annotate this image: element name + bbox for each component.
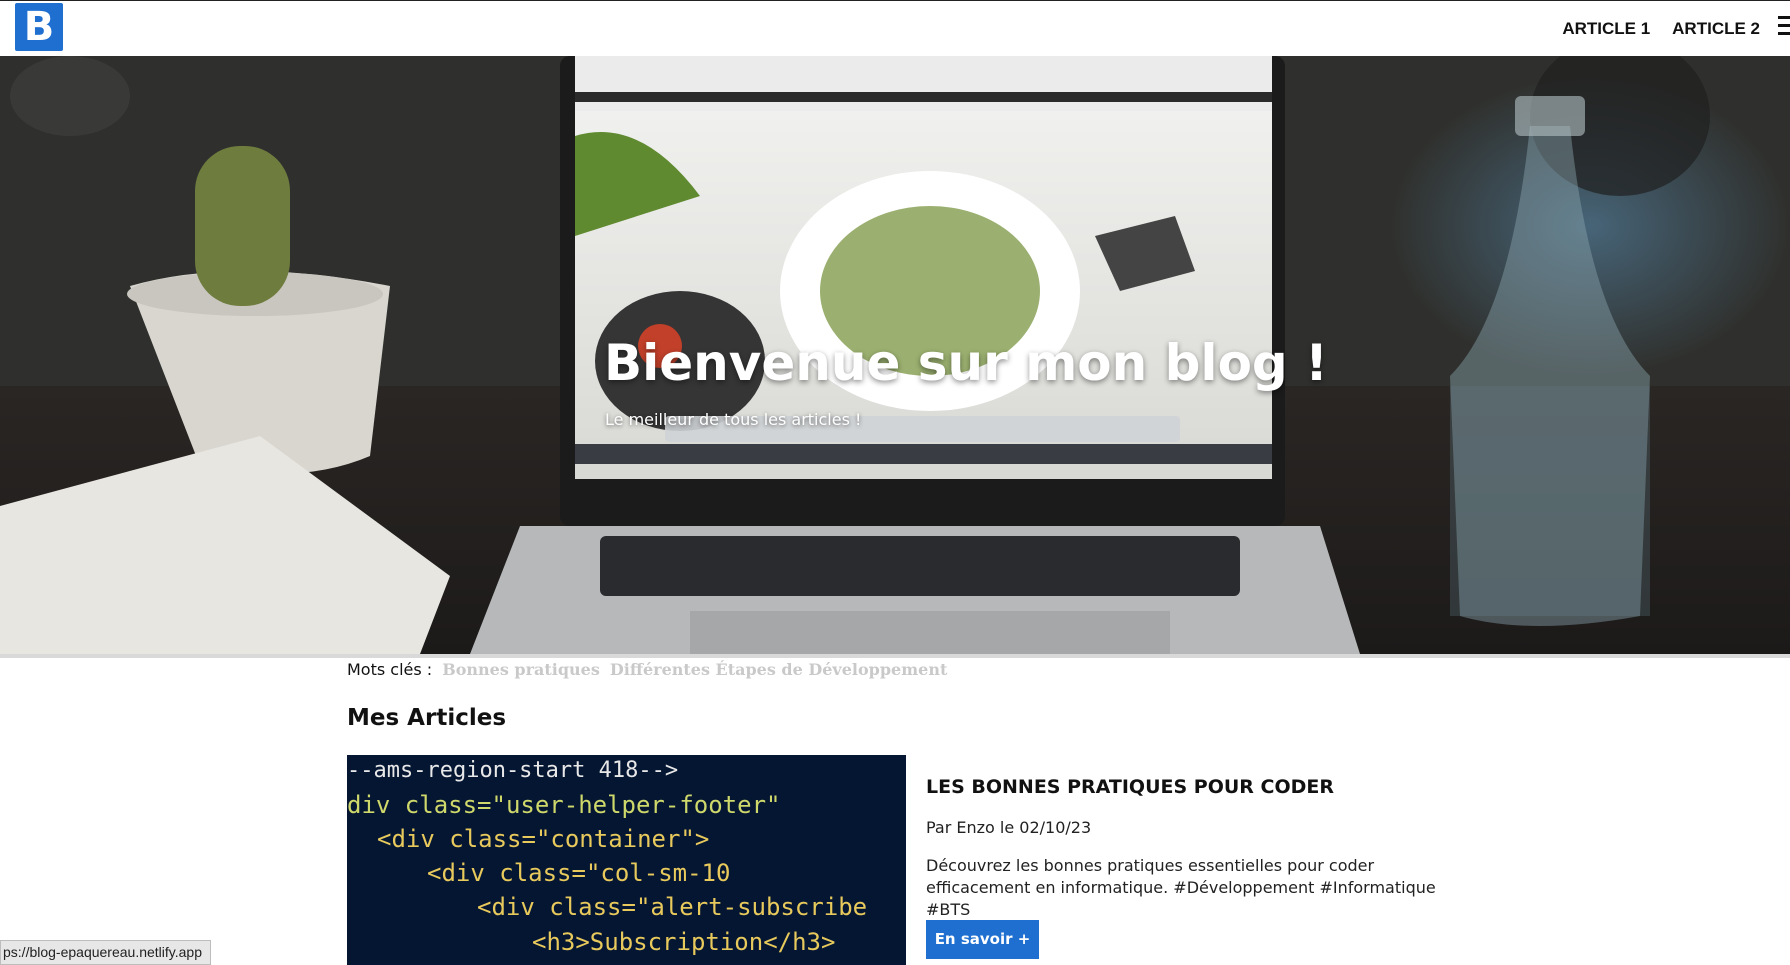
browser-status-url: ps://blog-epaquereau.netlify.app <box>0 940 211 965</box>
code-line-2: div class="user-helper-footer" <box>347 791 780 819</box>
nav-link-article-1[interactable]: ARTICLE 1 <box>1562 19 1650 39</box>
hero-title: Bienvenue sur mon blog ! <box>604 334 1328 392</box>
tag-bonnes-pratiques[interactable]: Bonnes pratiques <box>442 660 600 679</box>
code-screenshot-image: --ams-region-start 418--> div class="use… <box>347 755 906 965</box>
keyword-tags: Mots clés : Bonnes pratiques Différentes… <box>347 660 947 679</box>
article-meta: Par Enzo le 02/10/23 <box>926 818 1092 837</box>
article-thumbnail[interactable]: --ams-region-start 418--> div class="use… <box>347 755 906 965</box>
nav-link-article-2[interactable]: ARTICLE 2 <box>1672 19 1760 39</box>
menu-icon[interactable] <box>1778 16 1790 38</box>
code-line-3: <div class="container"> <box>377 825 709 853</box>
article-description: Découvrez les bonnes pratiques essentiel… <box>926 856 1436 919</box>
code-line-5: <div class="alert-subscribe <box>477 893 867 921</box>
nav-links: ARTICLE 1 ARTICLE 2 <box>1562 19 1760 39</box>
code-line-4: <div class="col-sm-10 <box>427 859 730 887</box>
site-logo[interactable]: B <box>15 3 63 51</box>
section-title: Mes Articles <box>347 705 507 731</box>
tags-label: Mots clés : <box>347 660 433 679</box>
read-more-button[interactable]: En savoir + <box>926 920 1039 959</box>
top-navbar: B ARTICLE 1 ARTICLE 2 <box>0 0 1790 56</box>
tag-etapes-developpement[interactable]: Différentes Étapes de Développement <box>610 660 947 679</box>
hero-divider <box>0 654 1790 658</box>
code-line-1: --ams-region-start 418--> <box>347 758 678 783</box>
hero-subtitle: Le meilleur de tous les articles ! <box>605 410 862 429</box>
code-line-6: <h3>Subscription</h3> <box>532 928 835 956</box>
article-title[interactable]: LES BONNES PRATIQUES POUR CODER <box>926 776 1334 798</box>
hero-banner: Bienvenue sur mon blog ! Le meilleur de … <box>0 56 1790 654</box>
